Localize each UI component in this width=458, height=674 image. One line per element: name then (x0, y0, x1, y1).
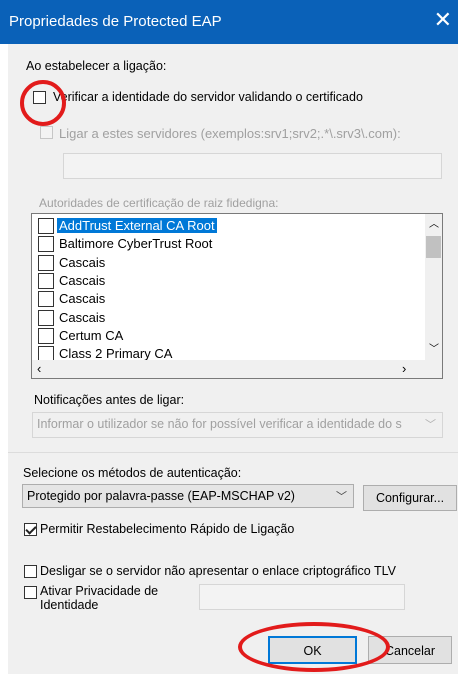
vertical-scrollbar[interactable]: ︿ ﹀ (425, 214, 442, 360)
list-item-checkbox[interactable] (38, 291, 54, 307)
connect-servers-label: Ligar a estes servidores (exemplos:srv1;… (59, 126, 401, 141)
list-item[interactable]: Cascais (38, 272, 423, 290)
verify-server-label: Verificar a identidade do servidor valid… (53, 90, 363, 104)
list-item[interactable]: Cascais (38, 309, 423, 327)
horizontal-scrollbar[interactable]: ‹ › (32, 360, 442, 378)
chevron-down-icon: ﹀ (423, 416, 436, 432)
connect-heading: Ao estabelecer a ligação: (26, 59, 167, 73)
chevron-left-icon[interactable]: ‹ (37, 361, 41, 376)
list-item-label: Class 2 Primary CA (59, 346, 173, 361)
list-item-checkbox[interactable] (38, 273, 54, 289)
notifications-label: Notificações antes de ligar: (34, 393, 185, 407)
root-ca-list[interactable]: AddTrust External CA Root Baltimore Cybe… (31, 213, 443, 379)
list-item[interactable]: Baltimore CyberTrust Root (38, 235, 423, 253)
connect-servers-checkbox[interactable] (40, 126, 53, 139)
list-item-checkbox[interactable] (38, 255, 54, 271)
list-item-label: AddTrust External CA Root (57, 218, 217, 233)
window-title: Propriedades de Protected EAP (9, 13, 222, 30)
disconnect-tlv-label: Desligar se o servidor não apresentar o … (40, 564, 396, 578)
auth-method-select[interactable]: Protegido por palavra-passe (EAP-MSCHAP … (22, 484, 354, 508)
list-item-checkbox[interactable] (38, 236, 54, 252)
close-icon[interactable]: ✕ (434, 8, 452, 32)
scroll-thumb[interactable] (426, 236, 441, 258)
list-item-label: Cascais (59, 273, 106, 288)
chevron-down-icon: ﹀ (336, 491, 347, 503)
list-item-label: Certum CA (59, 328, 124, 343)
title-bar: Propriedades de Protected EAP ✕ (0, 0, 458, 44)
annotation-circle (20, 80, 66, 126)
list-item[interactable]: Cascais (38, 254, 423, 272)
list-item-label: Cascais (59, 291, 106, 306)
list-item[interactable]: AddTrust External CA Root (38, 217, 423, 235)
disconnect-tlv-checkbox[interactable] (24, 565, 37, 578)
annotation-circle (238, 622, 390, 672)
list-item-checkbox[interactable] (38, 328, 54, 344)
fast-reconnect-checkbox[interactable] (24, 523, 37, 536)
chevron-down-icon[interactable]: ﹀ (429, 340, 439, 355)
identity-privacy-input[interactable] (199, 584, 405, 610)
list-item-label: Cascais (59, 310, 106, 325)
identity-privacy-checkbox[interactable] (24, 586, 37, 599)
list-item-label: Baltimore CyberTrust Root (59, 236, 213, 251)
chevron-right-icon[interactable]: › (402, 361, 406, 376)
list-item-checkbox[interactable] (38, 218, 54, 234)
list-item[interactable]: Certum CA (38, 327, 423, 345)
divider (8, 452, 458, 453)
fast-reconnect-label: Permitir Restabelecimento Rápido de Liga… (40, 522, 295, 536)
list-item-checkbox[interactable] (38, 310, 54, 326)
notifications-select[interactable]: Informar o utilizador se não for possíve… (32, 412, 443, 438)
servers-input[interactable] (63, 153, 442, 179)
list-item-label: Cascais (59, 255, 106, 270)
auth-methods-label: Selecione os métodos de autenticação: (23, 466, 242, 480)
list-item[interactable]: Cascais (38, 290, 423, 308)
root-ca-label: Autoridades de certificação de raiz fide… (39, 196, 279, 210)
chevron-up-icon[interactable]: ︿ (429, 215, 439, 230)
configure-button[interactable]: Configurar... (363, 485, 457, 511)
identity-privacy-label: Ativar Privacidade de Identidade (40, 584, 159, 612)
dialog-body: Ao estabelecer a ligação: Verificar a id… (8, 44, 458, 674)
